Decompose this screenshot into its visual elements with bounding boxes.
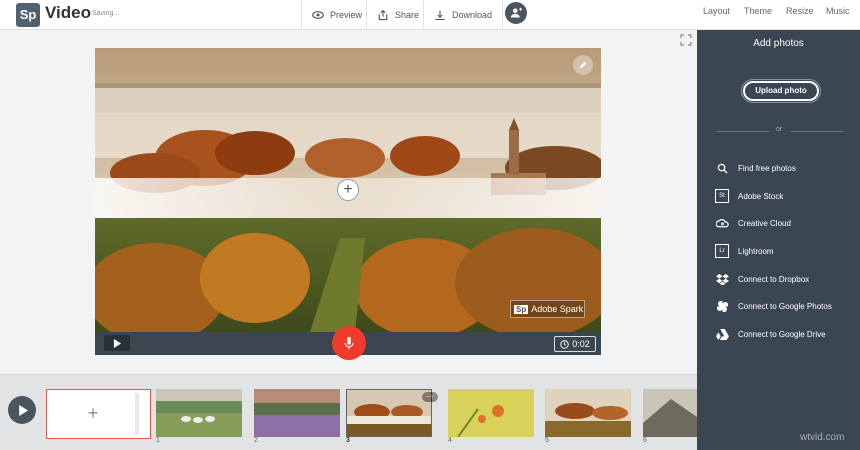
slide-number: 6 — [643, 437, 647, 444]
sheep-field-image — [156, 389, 242, 437]
slide-thumbnail-3-selected[interactable] — [346, 389, 432, 437]
clock-icon — [560, 339, 569, 349]
option-google-drive[interactable]: Connect to Google Drive — [715, 326, 826, 342]
preview-label: Preview — [330, 10, 363, 20]
mountain-image — [643, 389, 697, 437]
slide-thumbnail-2[interactable] — [254, 389, 340, 437]
plus-icon: + — [51, 393, 139, 435]
flowers-image — [448, 389, 534, 437]
google-photos-icon — [715, 299, 729, 313]
lavender-field-image — [254, 389, 340, 437]
share-icon — [378, 9, 388, 21]
play-slide-button[interactable] — [104, 335, 130, 351]
option-label: Adobe Stock — [738, 191, 784, 201]
option-label: Connect to Dropbox — [738, 274, 810, 284]
autumn-trees-image — [545, 389, 631, 437]
collaborators-button[interactable] — [505, 2, 527, 24]
app-logo[interactable]: Sp — [16, 3, 40, 27]
slide-thumbnail-5[interactable] — [545, 389, 631, 437]
search-icon — [715, 161, 729, 175]
resize-menu[interactable]: Resize — [786, 0, 814, 22]
google-drive-icon — [715, 327, 729, 341]
upload-photo-button[interactable]: Upload photo — [741, 79, 821, 103]
slide-thumbnail-6[interactable] — [643, 389, 697, 437]
pencil-icon — [579, 61, 587, 69]
duration-value: 0:02 — [572, 339, 590, 349]
record-voice-button[interactable] — [332, 326, 366, 360]
option-adobe-stock[interactable]: St Adobe Stock — [715, 188, 783, 204]
option-label: Connect to Google Drive — [738, 329, 826, 339]
slide-duration[interactable]: 0:02 — [554, 336, 596, 352]
fullscreen-icon[interactable] — [680, 34, 692, 46]
option-label: Find free photos — [738, 163, 796, 173]
add-user-icon — [510, 7, 522, 18]
option-lightroom[interactable]: Lr Lightroom — [715, 243, 774, 259]
slide-thumbnail-4[interactable] — [448, 389, 534, 437]
divider-left — [717, 131, 769, 132]
share-label: Share — [395, 10, 420, 20]
save-status: Saving... — [92, 10, 120, 17]
share-button[interactable]: Share — [366, 0, 429, 30]
edit-pencil-button[interactable] — [573, 55, 593, 75]
creative-cloud-icon — [715, 216, 729, 230]
slide-more-options[interactable]: ... — [422, 391, 438, 402]
spark-logo: Sp — [514, 304, 529, 314]
preview-button[interactable]: Preview — [301, 0, 372, 30]
add-layout-button[interactable]: + — [337, 179, 359, 201]
microphone-icon — [344, 336, 354, 350]
option-label: Lightroom — [738, 246, 774, 256]
layout-menu[interactable]: Layout — [703, 0, 730, 22]
or-label: or — [776, 126, 783, 133]
music-menu[interactable]: Music — [826, 0, 850, 22]
eye-icon — [312, 11, 324, 19]
play-video-button[interactable] — [8, 396, 36, 424]
app-title: Video — [45, 3, 91, 22]
slide-number: 3 — [346, 437, 350, 444]
slide-number: 1 — [156, 437, 160, 444]
foggy-vineyard-image — [347, 390, 431, 436]
slide-number: 4 — [448, 437, 452, 444]
play-icon — [18, 404, 28, 416]
download-button[interactable]: Download — [423, 0, 504, 30]
slide-number: 2 — [254, 437, 258, 444]
panel-title: Add photos — [753, 38, 804, 49]
watermark-text: Adobe Spark — [531, 304, 584, 314]
option-label: Connect to Google Photos — [738, 301, 832, 311]
option-dropbox[interactable]: Connect to Dropbox — [715, 271, 809, 287]
theme-menu[interactable]: Theme — [744, 0, 772, 22]
option-find-free-photos[interactable]: Find free photos — [715, 160, 796, 176]
download-label: Download — [452, 10, 493, 20]
option-creative-cloud[interactable]: Creative Cloud — [715, 215, 791, 231]
dropbox-icon — [715, 272, 729, 286]
lightroom-icon: Lr — [715, 244, 729, 258]
divider-right — [791, 131, 843, 132]
option-label: Creative Cloud — [738, 218, 791, 228]
slide-number: 5 — [545, 437, 549, 444]
play-icon — [113, 338, 121, 348]
site-watermark: wtvid.com — [800, 432, 845, 443]
download-icon — [435, 10, 445, 21]
option-google-photos[interactable]: Connect to Google Photos — [715, 298, 832, 314]
adobe-stock-icon: St — [715, 189, 729, 203]
add-slide-button[interactable]: + — [46, 389, 151, 439]
adobe-spark-watermark: Sp Adobe Spark — [510, 300, 585, 318]
slide-thumbnail-1[interactable] — [156, 389, 242, 437]
